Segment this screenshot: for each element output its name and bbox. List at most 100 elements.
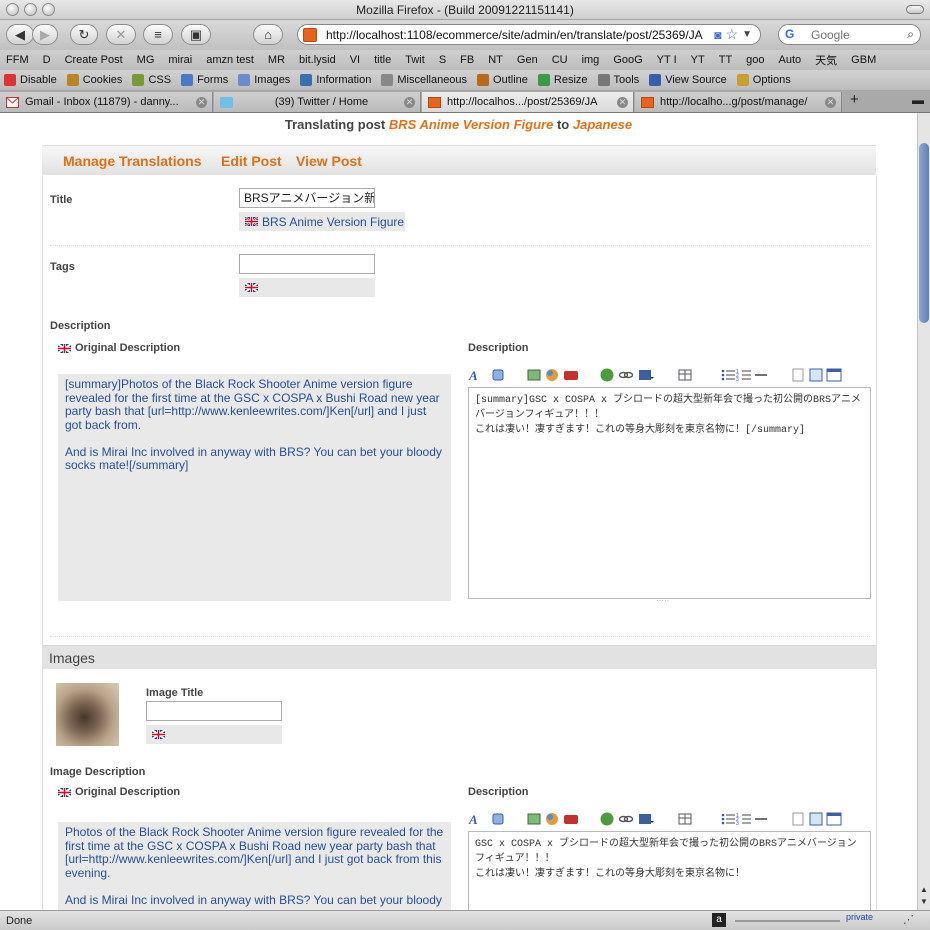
globe-icon[interactable] [544,367,560,383]
preview-icon[interactable] [808,367,824,383]
bookmark-item[interactable]: S [439,54,446,66]
manage-translations-link[interactable]: Manage Translations [63,153,201,169]
devbar-item[interactable]: Forms [181,74,228,86]
bookmark-item[interactable]: TT [719,54,732,66]
bookmark-item[interactable]: VI [350,54,360,66]
bookmark-item[interactable]: Gen [517,54,538,66]
chain-link-icon[interactable] [618,811,634,827]
tab-close-icon[interactable]: ✕ [404,96,415,108]
image-description-editor[interactable]: GSC x COSPA x ブシロードの超大型新年会で撮った初公開のBRSアニメ… [468,831,871,910]
document-icon[interactable] [790,811,806,827]
scroll-down-arrow-icon[interactable]: ▼ [919,897,929,907]
image-thumbnail[interactable] [56,683,119,746]
media-dropdown-icon[interactable] [638,367,654,383]
bookmark-item[interactable]: mirai [168,54,192,66]
scroll-up-arrow-icon[interactable]: ▲ [919,885,929,895]
bookmark-item[interactable]: GooG [613,54,642,66]
bookmark-item[interactable]: 天気 [815,52,837,68]
back-button[interactable]: ◀ [6,24,34,45]
bookmark-item[interactable]: Auto [779,54,802,66]
horizontal-rule-icon[interactable] [753,367,769,383]
clear-format-icon[interactable] [490,811,506,827]
link-globe-icon[interactable] [599,811,615,827]
image-icon[interactable] [526,811,542,827]
numbered-list-icon[interactable]: 123 [736,811,752,827]
globe-icon[interactable] [544,811,560,827]
bookmark-item[interactable]: goo [746,54,764,66]
devbar-item[interactable]: Options [736,74,791,86]
bookmark-item[interactable]: title [374,54,391,66]
url-bar[interactable]: http://localhost:1108/ecommerce/site/adm… [297,24,761,45]
addon-icon[interactable]: a [712,913,726,927]
url-text[interactable]: http://localhost:1108/ecommerce/site/adm… [326,28,714,42]
media-dropdown-icon[interactable] [638,811,654,827]
search-icon[interactable]: ⌕ [907,27,914,42]
bookmark-item[interactable]: MG [137,54,155,66]
bullet-list-icon[interactable] [720,811,736,827]
reload-button[interactable]: ↻ [70,24,98,45]
bookmark-item[interactable]: CU [552,54,568,66]
resize-grip-icon[interactable]: ⋰ [903,913,914,926]
document-icon[interactable] [790,367,806,383]
devbar-item[interactable]: Tools [597,74,639,86]
description-editor[interactable]: [summary]GSC x COSPA x ブシロードの超大型新年会で撮った初… [468,387,871,599]
chain-link-icon[interactable] [618,367,634,383]
vertical-scrollbar[interactable]: ▲ ▼ [917,113,930,910]
edit-post-link[interactable]: Edit Post [221,153,282,169]
view-post-link[interactable]: View Post [296,153,362,169]
tab-gmail[interactable]: Gmail - Inbox (11879) - danny... ✕ [0,92,213,112]
toolbar-toggle-button[interactable] [906,5,924,14]
devbar-item[interactable]: Outline [477,74,528,86]
youtube-icon[interactable] [563,367,579,383]
tab-list-icon[interactable]: ▬ [912,93,924,107]
tab-close-icon[interactable]: ✕ [825,96,836,108]
clear-format-icon[interactable] [490,367,506,383]
bullet-list-icon[interactable] [720,367,736,383]
stop-button[interactable]: ✕ [106,24,136,45]
search-input[interactable] [811,27,901,42]
forward-button[interactable]: ▶ [32,24,58,45]
bookmark-item[interactable]: D [43,54,51,66]
bookmark-item[interactable]: Create Post [65,54,123,66]
image-icon[interactable] [526,367,542,383]
rss-icon[interactable]: ◙ [714,28,721,42]
tab-manage-post[interactable]: http://localho...g/post/manage/ ✕ [635,92,842,112]
bookmark-menu-button[interactable]: ≡ [143,24,173,45]
numbered-list-icon[interactable]: 123 [736,367,752,383]
bookmark-item[interactable]: Twit [405,54,425,66]
devbar-item[interactable]: View Source [649,74,727,86]
home-button[interactable]: ⌂ [253,24,283,45]
resize-handle-icon[interactable]: ····· [656,596,669,605]
youtube-icon[interactable] [563,811,579,827]
zoom-slider[interactable] [735,920,840,922]
tags-field[interactable] [239,254,375,274]
search-box[interactable]: G ⌕ [778,24,921,45]
table-icon[interactable] [678,811,694,827]
bookmark-item[interactable]: YT I [657,54,677,66]
title-field[interactable]: BRSアニメバージョン新作 [239,188,375,208]
fullscreen-icon[interactable] [826,811,842,827]
bookmark-item[interactable]: img [582,54,600,66]
devbar-item[interactable]: CSS [132,74,171,86]
bookmark-item[interactable]: MR [268,54,285,66]
bookmark-item[interactable]: NT [488,54,503,66]
devbar-item[interactable]: Resize [537,74,588,86]
font-style-icon[interactable]: A [468,367,484,383]
save-page-button[interactable]: ▣ [181,24,211,45]
tab-twitter[interactable]: (39) Twitter / Home ✕ [214,92,421,112]
horizontal-rule-icon[interactable] [753,811,769,827]
fullscreen-icon[interactable] [826,367,842,383]
preview-icon[interactable] [808,811,824,827]
devbar-item[interactable]: Information [300,74,371,86]
bookmark-item[interactable]: FB [460,54,474,66]
tab-close-icon[interactable]: ✕ [617,96,628,108]
devbar-item[interactable]: Cookies [66,74,122,86]
star-icon[interactable]: ☆ [726,26,739,43]
scrollbar-thumb[interactable] [919,143,929,323]
history-dropdown-icon[interactable]: ▼ [742,29,752,40]
bookmark-item[interactable]: YT [691,54,705,66]
link-globe-icon[interactable] [599,367,615,383]
bookmark-item[interactable]: FFM [6,54,29,66]
tab-close-icon[interactable]: ✕ [196,96,207,108]
devbar-item[interactable]: Disable [4,74,57,86]
